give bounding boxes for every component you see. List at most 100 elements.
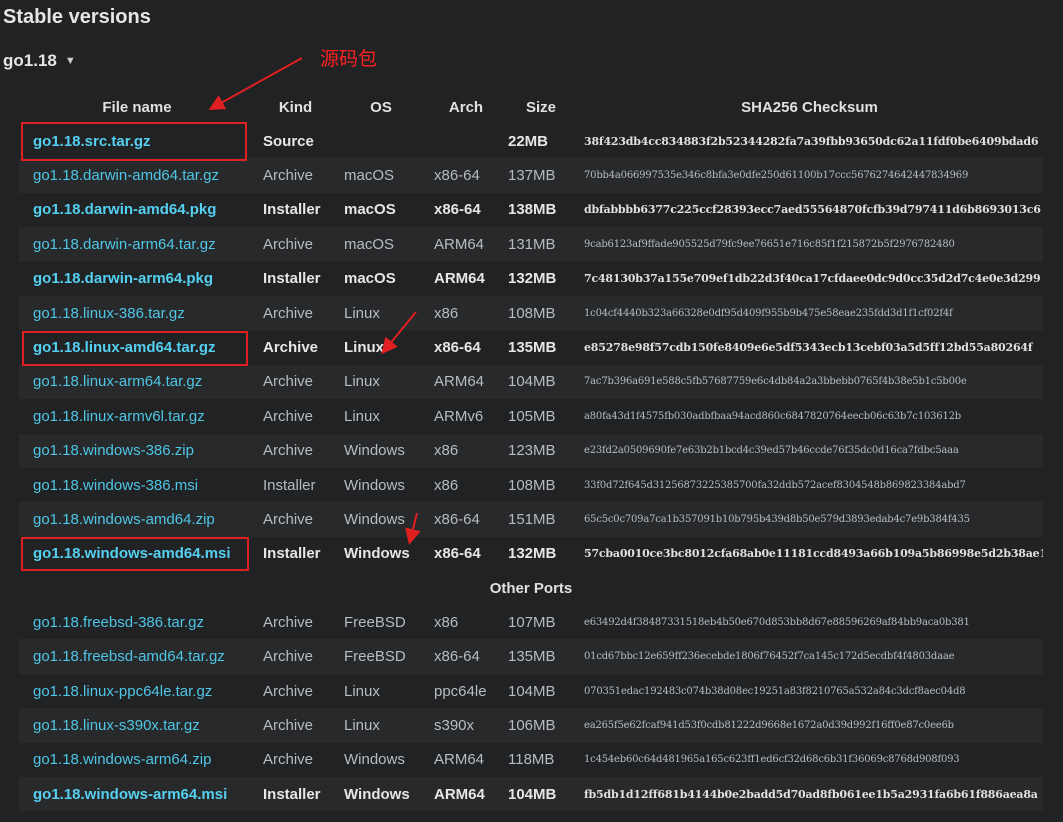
file-name-cell: go1.18.darwin-amd64.tar.gz <box>19 158 255 193</box>
kind-cell: Installer <box>263 201 321 219</box>
size-cell: 137MB <box>506 158 576 193</box>
table-row: go1.18.linux-arm64.tar.gz Archive Linux ARM… <box>19 364 1043 400</box>
checksum-cell: 1c04cf4440b323a66328e0df95d409f955b9b475… <box>576 295 1043 331</box>
size-cell: 132MB <box>508 545 557 563</box>
size-cell: 135MB <box>506 639 576 674</box>
file-name-link[interactable]: go1.18.darwin-amd64.tar.gz <box>33 167 219 184</box>
os-cell: Windows <box>336 502 426 537</box>
file-name-cell: go1.18.linux-armv6l.tar.gz <box>19 399 255 433</box>
file-name-link[interactable]: go1.18.windows-arm64.msi <box>33 786 227 803</box>
os-cell: Linux <box>336 295 426 331</box>
table-row: go1.18.windows-amd64.zip Archive Windows x8… <box>19 502 1043 537</box>
os-cell: Windows <box>344 751 405 769</box>
header-file-name: File name <box>102 98 172 116</box>
arch-cell: x86 <box>434 476 459 494</box>
header-size: Size <box>525 98 556 116</box>
file-name-link[interactable]: go1.18.linux-386.tar.gz <box>33 305 185 322</box>
version-label: go1.18 <box>3 51 57 70</box>
file-name-cell: go1.18.freebsd-386.tar.gz <box>19 605 255 639</box>
file-name-cell: go1.18.darwin-arm64.pkg <box>19 262 255 296</box>
file-name-link[interactable]: go1.18.darwin-arm64.tar.gz <box>33 236 216 253</box>
checksum-cell: dbfabbbb6377c225ccf28393ecc7aed55564870f… <box>584 203 1041 217</box>
size-cell: 118MB <box>508 751 555 769</box>
file-name-link[interactable]: go1.18.windows-386.msi <box>33 477 198 494</box>
table-row: go1.18.linux-386.tar.gz Archive Linux x86 10… <box>19 295 1043 331</box>
file-name-link[interactable]: go1.18.windows-amd64.zip <box>33 511 215 528</box>
table-row: go1.18.windows-arm64.msi Installer Windows… <box>19 777 1043 812</box>
os-cell: FreeBSD <box>336 639 426 674</box>
file-name-link[interactable]: go1.18.darwin-amd64.pkg <box>33 201 216 218</box>
file-name-link[interactable]: go1.18.freebsd-amd64.tar.gz <box>33 648 225 665</box>
checksum-cell: e23fd2a0509690fe7e63b2b1bcd4c39ed57b46cc… <box>576 433 1043 468</box>
file-name-cell: go1.18.windows-arm64.zip <box>19 743 255 777</box>
kind-cell: Archive <box>255 502 336 537</box>
caret-down-icon: ▼ <box>64 55 76 67</box>
downloads-table: File name Kind OS Arch Size SHA256 Check… <box>19 90 1043 812</box>
checksum-cell: 01cd67bbc12e659ff236ecebde1806f76452f7ca… <box>576 639 1043 674</box>
os-cell: Linux <box>336 364 426 400</box>
file-name-link[interactable]: go1.18.windows-arm64.zip <box>33 751 211 768</box>
os-cell: FreeBSD <box>344 613 406 631</box>
arch-cell: x86 <box>426 433 506 468</box>
size-cell: 106MB <box>506 708 576 743</box>
file-name-link[interactable]: go1.18.linux-s390x.tar.gz <box>33 717 200 734</box>
table-row: go1.18.darwin-arm64.tar.gz Archive macOS AR… <box>19 227 1043 262</box>
kind-cell: Archive <box>255 639 336 674</box>
kind-cell: Archive <box>255 158 336 193</box>
file-name-cell: go1.18.linux-arm64.tar.gz <box>19 364 255 400</box>
file-name-link[interactable]: go1.18.linux-ppc64le.tar.gz <box>33 683 212 700</box>
file-name-cell: go1.18.windows-386.msi <box>19 468 255 502</box>
file-name-link[interactable]: go1.18.windows-386.zip <box>33 442 194 459</box>
highlight-box-src <box>21 122 247 161</box>
arch-cell: x86-64 <box>434 339 481 357</box>
os-cell: Linux <box>336 708 426 743</box>
os-cell: macOS <box>336 227 426 262</box>
os-cell: Windows <box>344 545 410 563</box>
table-row: go1.18.windows-386.msi Installer Windows x8… <box>19 468 1043 502</box>
os-cell: Windows <box>336 777 426 812</box>
table-row: go1.18.windows-arm64.zip Archive Windows AR… <box>19 743 1043 777</box>
checksum-cell: ea265f5e62fcaf941d53f0cdb81222d9668e1672… <box>576 708 1043 743</box>
table-row: go1.18.darwin-amd64.pkg Installer macOS x86… <box>19 193 1043 227</box>
arch-cell: ARM64 <box>426 227 506 262</box>
arch-cell: ARMv6 <box>434 407 484 425</box>
size-cell: 123MB <box>506 433 576 468</box>
kind-cell: Installer <box>263 270 321 288</box>
other-ports-section: Other Ports <box>19 571 1043 605</box>
header-checksum: SHA256 Checksum <box>741 98 878 116</box>
arch-cell: ARM64 <box>434 270 485 288</box>
os-cell: Linux <box>344 339 384 357</box>
size-cell: 135MB <box>508 339 557 357</box>
other-ports-downloads: go1.18.freebsd-386.tar.gz Archive FreeBSD x… <box>19 605 1043 812</box>
version-dropdown[interactable]: go1.18 ▼ <box>3 51 76 71</box>
checksum-cell: 38f423db4cc834883f2b52344282fa7a39fbb936… <box>584 134 1039 148</box>
arch-cell: ARM64 <box>426 777 506 812</box>
file-name-link[interactable]: go1.18.linux-arm64.tar.gz <box>33 373 202 390</box>
os-cell: Linux <box>344 407 380 425</box>
table-row: go1.18.freebsd-amd64.tar.gz Archive FreeBS… <box>19 639 1043 674</box>
size-cell: 138MB <box>508 201 557 219</box>
table-row: go1.18.windows-386.zip Archive Windows x86 1… <box>19 433 1043 468</box>
checksum-cell: 9cab6123af9ffade905525d79fc9ee76651e716c… <box>576 227 1043 262</box>
kind-cell: Archive <box>255 227 336 262</box>
checksum-cell: 65c5c0c709a7ca1b357091b10b795b439d8b50e5… <box>576 502 1043 537</box>
file-name-link[interactable]: go1.18.darwin-arm64.pkg <box>33 270 213 287</box>
table-row: go1.18.freebsd-386.tar.gz Archive FreeBSD x… <box>19 605 1043 639</box>
file-name-cell: go1.18.linux-s390x.tar.gz <box>19 708 255 743</box>
file-name-link[interactable]: go1.18.freebsd-386.tar.gz <box>33 614 204 631</box>
size-cell: 131MB <box>506 227 576 262</box>
os-cell: macOS <box>336 158 426 193</box>
kind-cell: Archive <box>263 613 314 631</box>
table-row: go1.18.linux-s390x.tar.gz Archive Linux s39… <box>19 708 1043 743</box>
file-name-cell: go1.18.linux-386.tar.gz <box>19 295 255 331</box>
file-name-cell: go1.18.windows-386.zip <box>19 433 255 468</box>
os-cell: macOS <box>344 270 396 288</box>
size-cell: 108MB <box>506 295 576 331</box>
file-name-link[interactable]: go1.18.linux-armv6l.tar.gz <box>33 408 205 425</box>
kind-cell: Archive <box>263 407 314 425</box>
annotation-text: 源码包 <box>320 48 378 70</box>
size-cell: 105MB <box>508 407 556 425</box>
size-cell: 104MB <box>506 364 576 400</box>
highlight-box-windows-amd64 <box>21 537 249 571</box>
size-cell: 22MB <box>508 132 549 150</box>
